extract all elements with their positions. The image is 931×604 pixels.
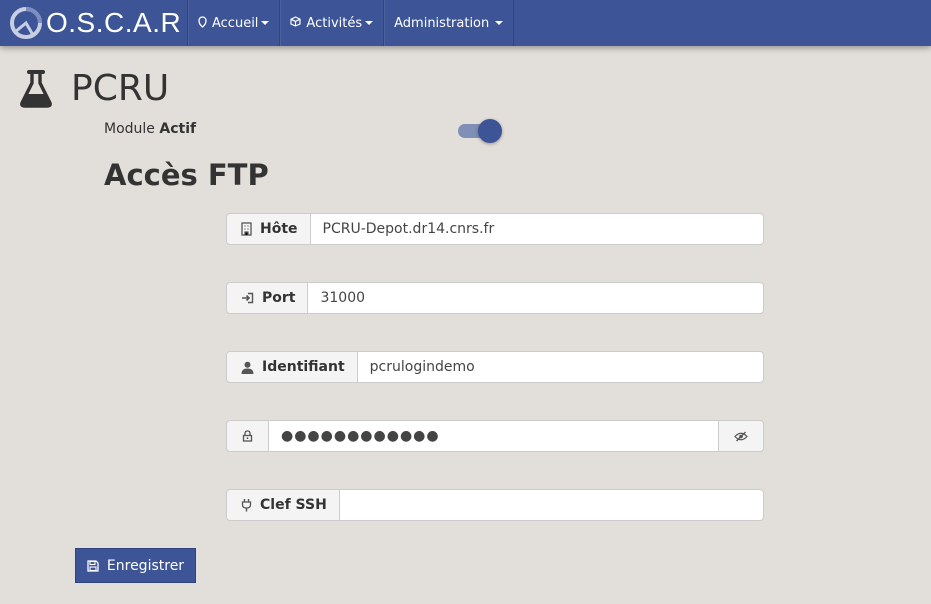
identifiant-label: Identifiant <box>262 359 345 375</box>
port-addon: Port <box>226 282 308 314</box>
plug-icon <box>241 498 252 512</box>
identifiant-input[interactable] <box>356 351 764 383</box>
toggle-password-visibility-button[interactable] <box>719 420 764 452</box>
nav-accueil[interactable]: Accueil <box>187 0 279 46</box>
nav-administration[interactable]: Administration <box>383 0 515 46</box>
chevron-down-icon <box>495 21 504 25</box>
nav-activites-label: Activités <box>306 15 363 31</box>
password-addon <box>226 420 268 452</box>
ssh-key-label: Clef SSH <box>260 497 327 513</box>
port-label: Port <box>262 290 296 306</box>
brand-link[interactable]: O.S.C.A.R <box>0 0 187 46</box>
page-header: PCRU <box>20 68 169 109</box>
nav-administration-label: Administration <box>394 15 490 31</box>
module-status: Module Actif <box>104 121 196 137</box>
port-input[interactable] <box>307 282 764 314</box>
cube-icon <box>290 16 302 30</box>
top-navbar: O.S.C.A.R Accueil Activités Administrati… <box>0 0 931 46</box>
host-input-group: Hôte <box>226 213 764 245</box>
brand-name: O.S.C.A.R <box>46 7 182 38</box>
chevron-down-icon <box>365 21 374 25</box>
ssh-key-input-group: Clef SSH <box>226 489 764 521</box>
nav-accueil-label: Accueil <box>212 15 259 31</box>
password-input[interactable] <box>268 420 719 452</box>
host-label: Hôte <box>260 221 298 237</box>
user-icon <box>241 361 254 374</box>
password-input-group <box>226 420 764 452</box>
save-button[interactable]: Enregistrer <box>75 548 196 583</box>
chevron-down-icon <box>261 21 270 25</box>
module-state: Actif <box>159 121 197 137</box>
identifiant-addon: Identifiant <box>226 351 357 383</box>
host-input[interactable] <box>309 213 764 245</box>
save-button-label: Enregistrer <box>106 557 185 574</box>
section-title-ftp: Accès FTP <box>104 158 269 192</box>
module-active-toggle[interactable] <box>458 119 504 143</box>
lock-icon <box>242 430 253 442</box>
host-addon: Hôte <box>226 213 310 245</box>
identifiant-input-group: Identifiant <box>226 351 764 383</box>
flask-icon <box>20 69 52 108</box>
building-icon <box>241 222 252 236</box>
ssh-key-input[interactable] <box>338 489 764 521</box>
nav-activites[interactable]: Activités <box>279 0 383 46</box>
module-label: Module <box>104 121 155 137</box>
port-input-group: Port <box>226 282 764 314</box>
oscar-logo-icon <box>10 7 42 39</box>
ssh-key-addon: Clef SSH <box>226 489 339 521</box>
page-title: PCRU <box>71 68 170 109</box>
toggle-knob <box>478 119 502 143</box>
eye-slash-icon <box>734 431 748 442</box>
floppy-disk-icon <box>87 559 99 572</box>
login-icon <box>241 292 254 304</box>
home-icon <box>198 15 207 31</box>
